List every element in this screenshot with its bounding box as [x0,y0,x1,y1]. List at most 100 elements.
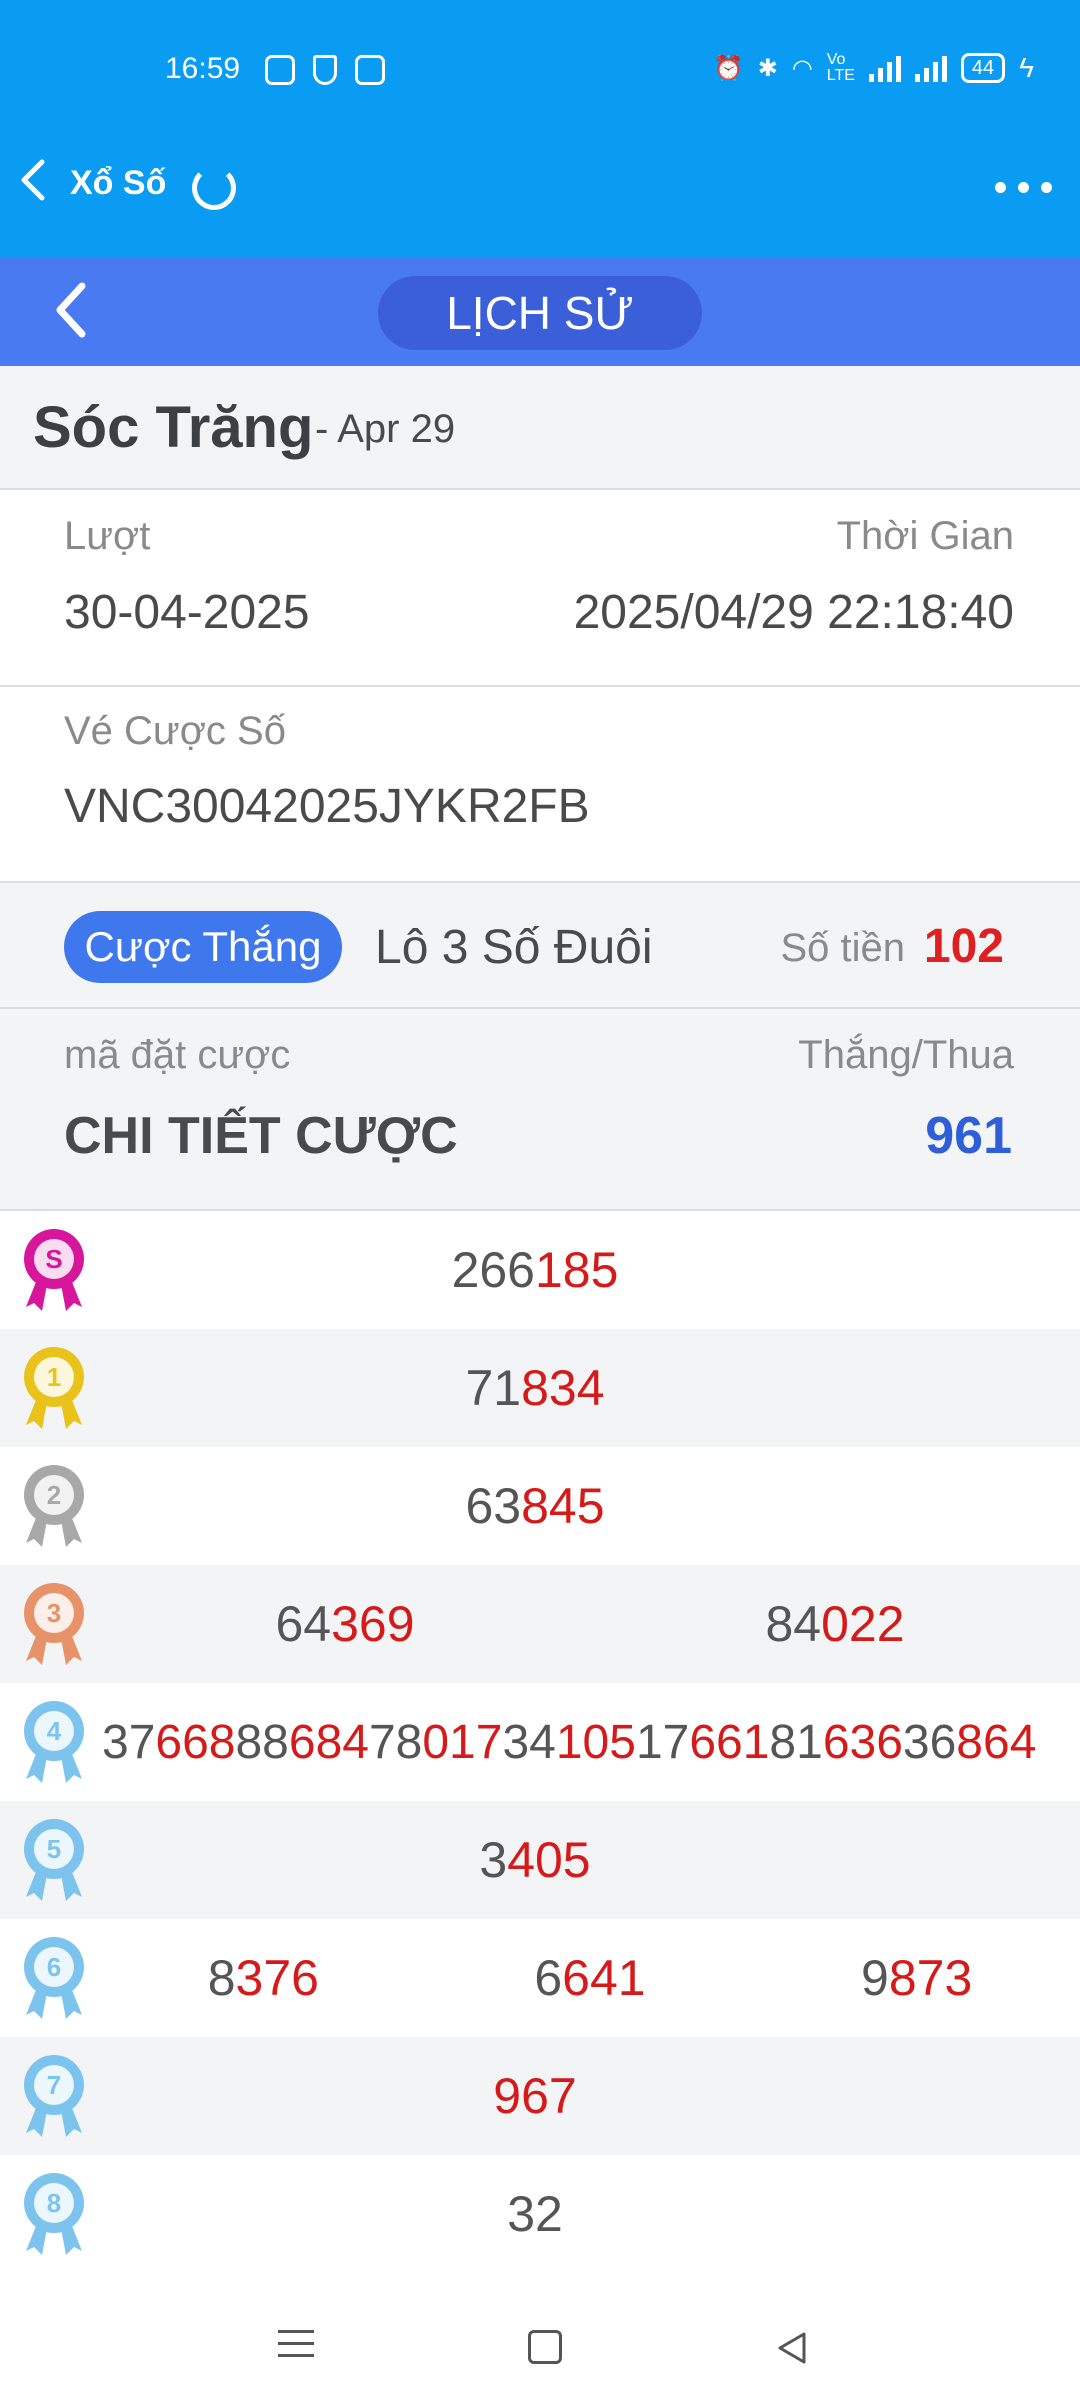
medal-label: S [45,1244,62,1274]
prize-number: 36864 [902,1715,1037,1769]
prize-row: 6 8376 6641 9873 [0,1919,1080,2037]
medal-icon: 3 [24,1583,84,1665]
prize-number: 967 [493,2068,577,2124]
back-chevron-icon[interactable] [18,158,48,202]
prize-number: 3405 [479,1832,591,1888]
prize-number: 8376 [207,1950,319,2006]
lottery-title-row: Sóc Trăng - Apr 29 [0,366,1080,490]
prize-number: 6641 [534,1950,646,2006]
status-notification-icons [265,55,385,85]
medal-label: 7 [47,2070,61,2100]
tab-history[interactable]: LỊCH SỬ [378,276,702,350]
medal-icon: 6 [24,1937,84,2019]
medal-label: 3 [47,1598,61,1628]
ticket-value: VNC30042025JYKR2FB [64,780,590,833]
prize-number: 88684 [235,1715,369,1769]
prize-row: 3 64369 84022 [0,1565,1080,1683]
medal-icon: S [24,1229,84,1311]
medal-label: 4 [47,1716,62,1746]
medal-label: 5 [47,1834,61,1864]
medal-icon: 8 [24,2173,84,2255]
status-system-icons: ⏰ ✱ ◠ Vo LTE 44 ϟ [714,52,1034,84]
prize-number: 81636 [769,1715,903,1769]
volte-icon: Vo LTE [826,51,855,84]
more-dots-icon[interactable] [995,182,1052,193]
prize-row: 1 71834 [0,1329,1080,1447]
prize-number: 84022 [765,1596,905,1652]
battery-icon: 44 [960,53,1006,83]
media-app-icon [265,55,295,85]
alarm-icon: ⏰ [713,54,744,82]
prize-row: 5 3405 [0,1801,1080,1919]
prize-number: 63845 [465,1478,605,1534]
province-name: Sóc Trăng [33,395,314,460]
prize-number: 17661 [635,1715,770,1769]
turn-label: Lượt [64,514,151,558]
prize-numbers: 967 [100,2037,1080,2155]
amount-value: 102 [923,920,1004,973]
amount-label: Số tiền [780,926,905,970]
medal-icon: 4 [24,1701,84,1783]
turn-time-section: Lượt Thời Gian 30-04-2025 2025/04/29 22:… [0,490,1080,687]
signal-icon [914,54,947,82]
system-nav-bar [0,2290,1080,2400]
medal-label: 2 [47,1480,61,1510]
medal-icon: 5 [24,1819,84,1901]
time-value: 2025/04/29 22:18:40 [573,586,1014,639]
prize-row: 2 63845 [0,1447,1080,1565]
status-time: 16:59 [165,52,241,85]
bet-type: Lô 3 Số Đuôi [375,921,653,974]
charging-icon: ϟ [1019,52,1034,83]
refresh-icon[interactable] [192,166,236,210]
shield-icon [313,55,337,85]
prize-numbers: 3405 [100,1801,1080,1919]
win-lose-label: Thắng/Thua [798,1033,1014,1077]
ticket-section: Vé Cược Số VNC30042025JYKR2FB [0,687,1080,883]
bluetooth-icon: ✱ [757,54,778,82]
medal-label: 8 [47,2188,61,2218]
medal-icon: 1 [24,1347,84,1429]
wifi-icon: ◠ [791,54,813,82]
bet-summary-row: Cược Thắng Lô 3 Số Đuôi Số tiền 102 [0,883,1080,1009]
prize-number: 64369 [275,1596,415,1652]
prize-numbers: 32 [100,2155,1080,2273]
medal-icon: 2 [24,1465,84,1547]
prize-number: 9873 [861,1950,973,2006]
prize-number: 78017 [368,1715,503,1769]
prize-numbers: 64369 84022 [100,1565,1080,1683]
win-lose-value: 961 [925,1107,1012,1165]
prize-numbers: 266185 [100,1211,1080,1329]
prize-row: 4 37668 88684 78017 34105 17661 81636 36864 [0,1683,1080,1801]
app-title: Xổ Số [70,164,167,202]
prize-row: 8 32 [0,2155,1080,2273]
bet-detail-title: CHI TIẾT CƯỢC [64,1107,458,1165]
signal-icon [868,54,901,82]
prize-row: 7 967 [0,2037,1080,2155]
prize-numbers: 37668 88684 78017 34105 17661 81636 36864 [100,1683,1080,1801]
app-top-bar: 16:59 ⏰ ✱ ◠ Vo LTE 44 ϟ Xổ Số [0,0,1080,258]
prize-number: 34105 [502,1715,636,1769]
medal-label: 6 [47,1952,61,1982]
back-triangle-icon[interactable] [772,2328,812,2368]
prize-number: 32 [507,2186,563,2242]
bet-detail-row: mã đặt cược Thắng/Thua CHI TIẾT CƯỢC 961 [0,1009,1080,1211]
menu-icon[interactable] [278,2330,314,2366]
turn-value: 30-04-2025 [64,586,310,639]
prize-numbers: 71834 [100,1329,1080,1447]
prize-numbers: 8376 6641 9873 [100,1919,1080,2037]
history-header: LỊCH SỬ [0,258,1080,366]
app-notification-icon [355,55,385,85]
time-label: Thời Gian [836,514,1014,558]
medal-icon: 7 [24,2055,84,2137]
ticket-label: Vé Cược Số [64,709,286,753]
medal-label: 1 [47,1362,61,1392]
prize-numbers: 63845 [100,1447,1080,1565]
back-chevron-icon[interactable] [50,280,90,340]
prize-number: 71834 [465,1360,605,1416]
prize-row: S 266185 [0,1211,1080,1329]
prize-number: 37668 [102,1715,236,1769]
draw-date: - Apr 29 [315,407,456,451]
bet-code-label: mã đặt cược [64,1033,291,1077]
home-icon[interactable] [528,2330,562,2364]
prize-number: 266185 [451,1242,619,1298]
